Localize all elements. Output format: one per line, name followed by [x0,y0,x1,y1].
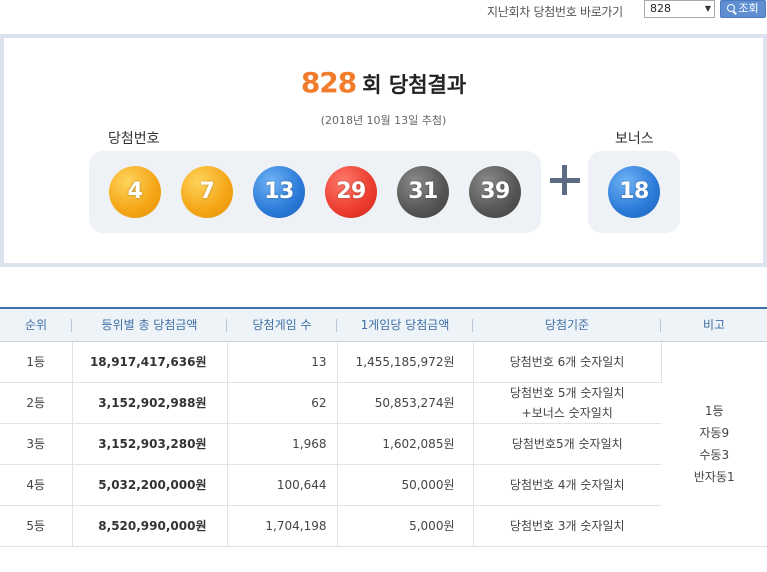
total-cell: 3,152,903,280원 [72,423,228,465]
header-criteria: 당첨기준 [473,307,661,342]
criteria-cell: 당첨번호5개 숫자일치 [473,423,661,465]
rank-cell: 4등 [0,464,73,506]
total-cell: 3,152,902,988원 [72,382,228,424]
rank-cell: 1등 [0,341,73,383]
per-game-cell: 5,000원 [337,505,474,547]
count-cell: 1,704,198 [227,505,338,547]
result-panel: 828 회 당첨결과 (2018년 10월 13일 추첨) 당첨번호 보너스 4 … [0,34,767,267]
table-row: 2등 3,152,902,988원 62 50,853,274원 당첨번호 5개… [0,382,767,424]
table-row: 1등 18,917,417,636원 13 1,455,185,972원 당첨번… [0,341,767,547]
round-select-value: 828 [650,2,671,15]
winning-ball-4: 29 [325,166,377,218]
prize-table: 순위 등위별 총 당첨금액 당첨게임 수 1게임당 당첨금액 당첨기준 비고 1… [0,307,767,547]
per-game-cell: 1,602,085원 [337,423,474,465]
per-game-cell: 50,853,274원 [337,382,474,424]
bonus-ball: 18 [608,166,660,218]
past-round-label: 지난회차 당첨번호 바로가기 [487,5,623,19]
note-cell: 1등 자동9 수동3 반자동1 [661,341,767,547]
search-icon [727,4,736,12]
draw-date: (2018년 10월 13일 추첨) [320,114,447,127]
topbar: 지난회차 당첨번호 바로가기 828 ▼ 조회 [0,0,767,26]
criteria-cell: 당첨번호 3개 숫자일치 [473,505,661,547]
round-select[interactable]: 828 ▼ [644,0,715,18]
round-number: 828 [300,66,357,99]
winning-ball-6: 39 [469,166,521,218]
rank-cell: 3등 [0,423,73,465]
chevron-down-icon: ▼ [704,4,711,13]
bonus-number-box: 18 [588,151,680,233]
criteria-cell: 당첨번호 6개 숫자일치 [473,341,662,383]
header-per-game: 1게임당 당첨금액 [337,307,473,342]
criteria-cell: 당첨번호 4개 숫자일치 [473,464,661,506]
per-game-cell: 50,000원 [337,464,474,506]
count-cell: 1,968 [227,423,338,465]
result-title: 828 회 당첨결과 [4,66,763,99]
winning-numbers-label: 당첨번호 [108,131,160,147]
total-cell: 18,917,417,636원 [72,341,228,383]
plus-icon [550,165,580,195]
count-cell: 13 [227,341,338,383]
header-rank: 순위 [0,307,72,342]
criteria-cell: 당첨번호 5개 숫자일치 +보너스 숫자일치 [473,382,661,424]
per-game-cell: 1,455,185,972원 [337,341,474,383]
count-cell: 100,644 [227,464,338,506]
rank-cell: 2등 [0,382,73,424]
header-total: 등위별 총 당첨금액 [72,307,227,342]
winning-numbers-box: 4 7 13 29 31 39 [89,151,541,233]
table-row: 4등 5,032,200,000원 100,644 50,000원 당첨번호 4… [0,464,767,506]
total-cell: 5,032,200,000원 [72,464,228,506]
bonus-label: 보너스 [615,131,654,147]
rank-cell: 5등 [0,505,73,547]
header-count: 당첨게임 수 [227,307,337,342]
total-cell: 8,520,990,000원 [72,505,228,547]
winning-ball-2: 7 [181,166,233,218]
winning-ball-1: 4 [109,166,161,218]
table-row: 3등 3,152,903,280원 1,968 1,602,085원 당첨번호5… [0,423,767,465]
header-note: 비고 [661,307,767,342]
search-button[interactable]: 조회 [720,0,766,18]
winning-ball-5: 31 [397,166,449,218]
search-button-label: 조회 [738,2,759,15]
result-title-text: 회 당첨결과 [362,73,467,97]
table-row: 5등 8,520,990,000원 1,704,198 5,000원 당첨번호 … [0,505,767,547]
prize-table-header: 순위 등위별 총 당첨금액 당첨게임 수 1게임당 당첨금액 당첨기준 비고 [0,307,767,342]
winning-ball-3: 13 [253,166,305,218]
count-cell: 62 [227,382,338,424]
